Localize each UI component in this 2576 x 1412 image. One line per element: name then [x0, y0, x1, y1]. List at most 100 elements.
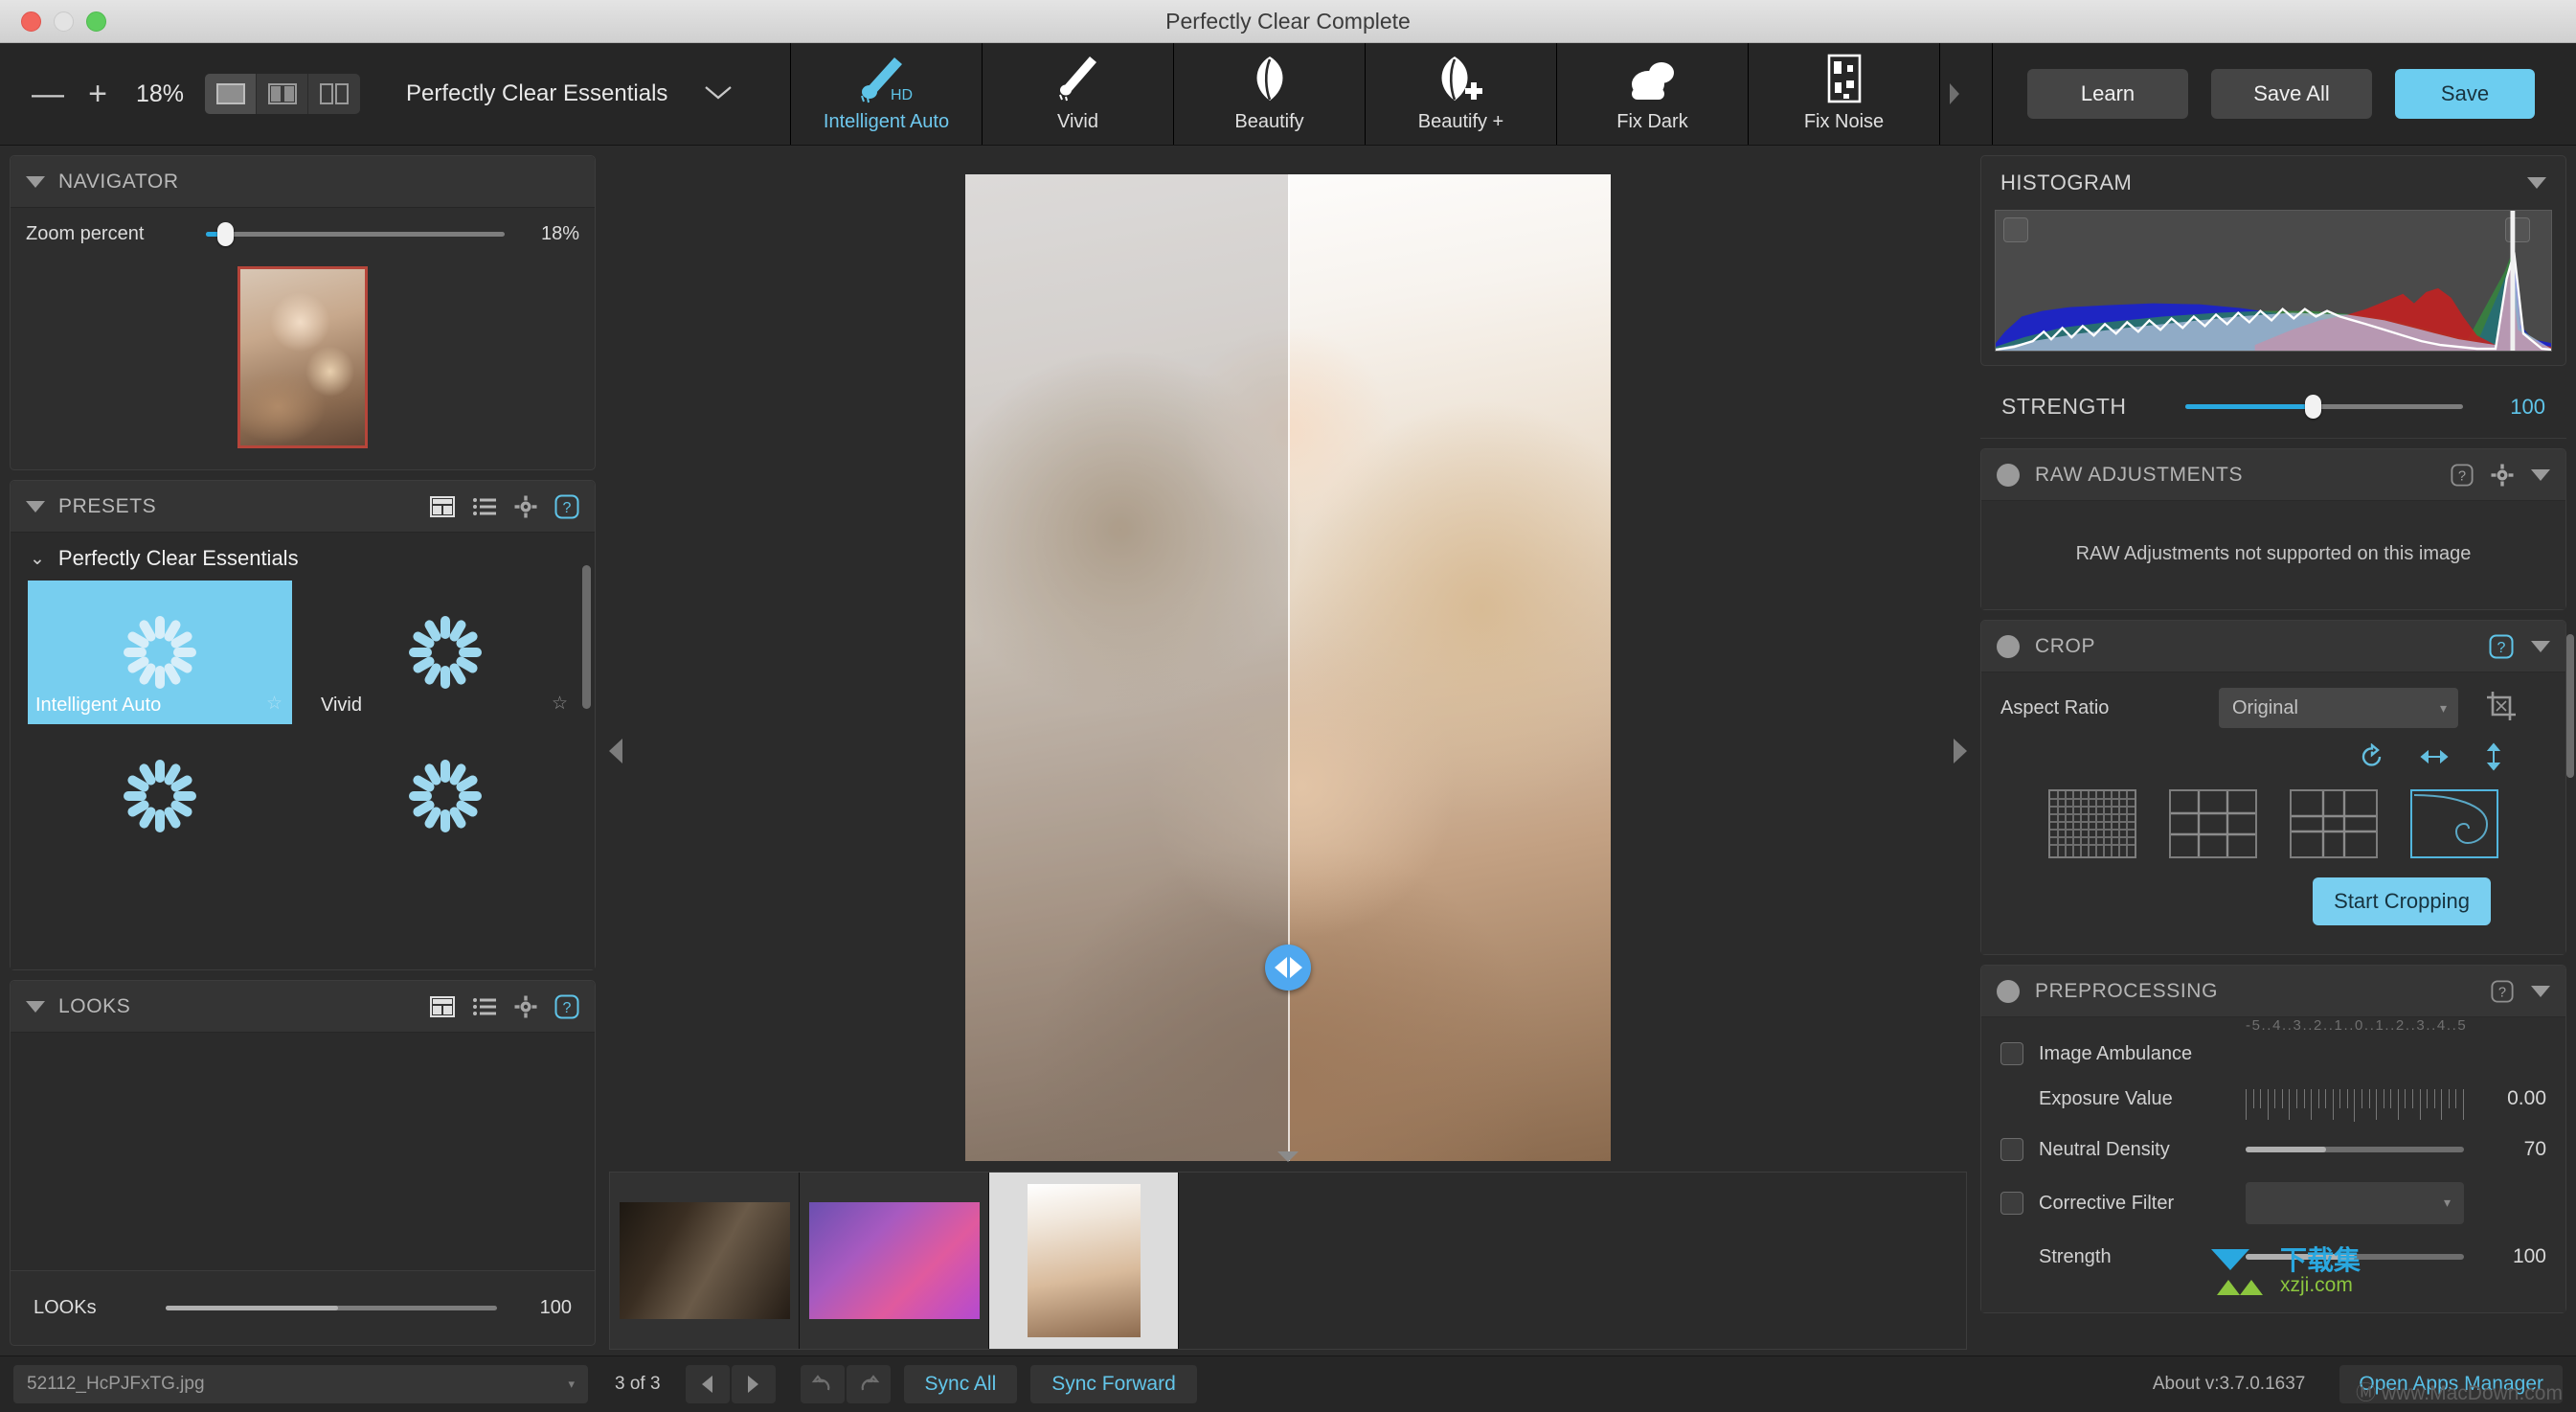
tab-label: Beautify +	[1417, 111, 1504, 132]
learn-button[interactable]: Learn	[2027, 69, 2188, 119]
help-icon[interactable]: ?	[554, 994, 579, 1019]
preset-tile-4[interactable]	[313, 724, 577, 868]
grid-view-icon[interactable]	[430, 495, 455, 517]
slider-thumb[interactable]	[2304, 395, 2321, 419]
previous-image-button[interactable]	[685, 1365, 730, 1403]
tab-beautify-plus[interactable]: Beautify +	[1366, 43, 1557, 145]
compare-split-handle[interactable]	[1265, 944, 1311, 991]
filmstrip-item-3[interactable]	[989, 1173, 1179, 1349]
view-mode-single-icon[interactable]	[205, 74, 257, 114]
fine-grid-overlay-icon[interactable]	[2048, 789, 2136, 858]
start-cropping-button[interactable]: Start Cropping	[2313, 877, 2491, 925]
next-image-button[interactable]	[731, 1365, 776, 1403]
preset-tile-vivid[interactable]: Vivid ☆	[313, 581, 577, 724]
neutral-density-value: 70	[2523, 1138, 2546, 1160]
collapse-triangle-icon[interactable]	[2531, 985, 2550, 997]
looks-slider[interactable]	[166, 1298, 497, 1319]
exposure-value-label: Exposure Value	[2039, 1087, 2173, 1109]
sync-forward-button[interactable]: Sync Forward	[1030, 1365, 1197, 1403]
collapse-filmstrip-icon[interactable]	[1277, 1151, 1299, 1162]
view-mode-split-icon[interactable]	[257, 74, 308, 114]
collapse-triangle-icon[interactable]	[2531, 468, 2550, 481]
neutral-density-label: Neutral Density	[2039, 1138, 2170, 1160]
help-icon[interactable]: ?	[2489, 634, 2514, 659]
chevron-down-icon[interactable]: ⌄	[30, 548, 45, 570]
image-viewer[interactable]	[605, 146, 1971, 1164]
collapse-right-panel-icon[interactable]	[1950, 738, 1971, 764]
brush-icon	[1050, 54, 1107, 103]
collapse-triangle-icon[interactable]	[2531, 640, 2550, 652]
undo-icon	[811, 1375, 829, 1391]
collapse-left-panel-icon[interactable]	[605, 738, 626, 764]
golden-grid-overlay-icon[interactable]	[2290, 789, 2378, 858]
open-apps-manager-button[interactable]: Open Apps Manager	[2339, 1365, 2563, 1403]
raw-adjustments-note: RAW Adjustments not supported on this im…	[2075, 543, 2472, 564]
help-icon[interactable]: ?	[2491, 979, 2514, 1003]
main-photo[interactable]	[965, 173, 1611, 1161]
save-all-button[interactable]: Save All	[2211, 69, 2372, 119]
image-ambulance-checkbox[interactable]	[2000, 1042, 2023, 1065]
zoom-in-button[interactable]: +	[73, 69, 123, 119]
histogram-chart	[1995, 210, 2552, 352]
tab-fix-dark[interactable]: Fix Dark	[1557, 43, 1749, 145]
flip-vertical-icon[interactable]	[2483, 741, 2504, 772]
preset-tile-intelligent-auto[interactable]: Intelligent Auto ☆	[28, 581, 292, 724]
site-watermark: 下载集 xzji.com	[2207, 1245, 2361, 1297]
zoom-out-button[interactable]: —	[23, 69, 73, 119]
strength-slider[interactable]	[2185, 395, 2463, 419]
tabs-scroll-right-icon[interactable]	[1940, 43, 1969, 145]
raw-adjustments-panel: RAW ADJUSTMENTS ? RAW Adjustments not su…	[1980, 448, 2566, 610]
crop-tool-icon[interactable]	[2485, 690, 2518, 727]
module-enable-toggle[interactable]	[1997, 979, 2020, 1003]
tab-fix-noise[interactable]: Fix Noise	[1749, 43, 1940, 145]
collapse-triangle-icon[interactable]	[26, 1000, 45, 1013]
redo-button[interactable]	[846, 1365, 891, 1403]
thirds-grid-overlay-icon[interactable]	[2169, 789, 2257, 858]
favorite-star-icon[interactable]: ☆	[552, 693, 568, 715]
help-icon[interactable]: ?	[554, 494, 579, 519]
crop-panel: CROP ? Aspect Ratio Original ▾ Start Cro…	[1980, 620, 2566, 955]
golden-spiral-overlay-icon[interactable]	[2410, 789, 2498, 858]
flip-horizontal-icon[interactable]	[2418, 746, 2451, 767]
list-view-icon[interactable]	[472, 496, 497, 517]
filmstrip-item-1[interactable]	[610, 1173, 800, 1349]
slider-thumb[interactable]	[217, 222, 235, 246]
crop-body: Aspect Ratio Original ▾ Start Cropping	[1981, 672, 2565, 954]
filename-select[interactable]: 52112_HcPJFxTG.jpg ▾	[13, 1365, 588, 1403]
tab-intelligent-auto[interactable]: HD Intelligent Auto	[791, 43, 983, 145]
neutral-density-slider[interactable]	[2246, 1140, 2464, 1159]
save-button[interactable]: Save	[2395, 69, 2535, 119]
exposure-value-ruler[interactable]	[2246, 1080, 2464, 1122]
collapse-triangle-icon[interactable]	[26, 175, 45, 188]
help-icon[interactable]: ?	[2451, 463, 2474, 487]
module-enable-toggle[interactable]	[1997, 634, 2020, 658]
right-panel-scrollbar[interactable]	[2566, 634, 2574, 778]
collapse-triangle-icon[interactable]	[2527, 177, 2546, 189]
sync-all-button[interactable]: Sync All	[903, 1365, 1018, 1403]
module-enable-toggle[interactable]	[1997, 463, 2020, 487]
rotate-icon[interactable]	[2359, 743, 2385, 770]
tab-beautify[interactable]: Beautify	[1174, 43, 1366, 145]
collapse-triangle-icon[interactable]	[26, 500, 45, 512]
presets-group-row[interactable]: ⌄ Perfectly Clear Essentials	[11, 533, 595, 581]
favorite-star-icon[interactable]: ☆	[266, 693, 282, 715]
view-mode-side-by-side-icon[interactable]	[308, 74, 360, 114]
gear-icon[interactable]	[514, 995, 537, 1018]
undo-button[interactable]	[800, 1365, 845, 1403]
corrective-filter-checkbox[interactable]	[2000, 1192, 2023, 1215]
tab-vivid[interactable]: Vivid	[983, 43, 1174, 145]
preprocessing-header: PREPROCESSING ?	[1981, 966, 2565, 1017]
zoom-percent-slider[interactable]	[206, 222, 505, 246]
grid-view-icon[interactable]	[430, 995, 455, 1017]
navigator-thumbnail[interactable]	[237, 266, 368, 448]
list-view-icon[interactable]	[472, 996, 497, 1017]
corrective-filter-select[interactable]: ▾	[2246, 1182, 2464, 1224]
chevron-down-icon[interactable]	[702, 82, 734, 106]
preset-tile-3[interactable]	[28, 724, 292, 868]
neutral-density-checkbox[interactable]	[2000, 1138, 2023, 1161]
aspect-ratio-select[interactable]: Original ▾	[2219, 688, 2458, 728]
presets-scrollbar[interactable]	[582, 565, 591, 709]
filmstrip-item-2[interactable]	[800, 1173, 989, 1349]
gear-icon[interactable]	[2491, 464, 2514, 487]
gear-icon[interactable]	[514, 495, 537, 518]
